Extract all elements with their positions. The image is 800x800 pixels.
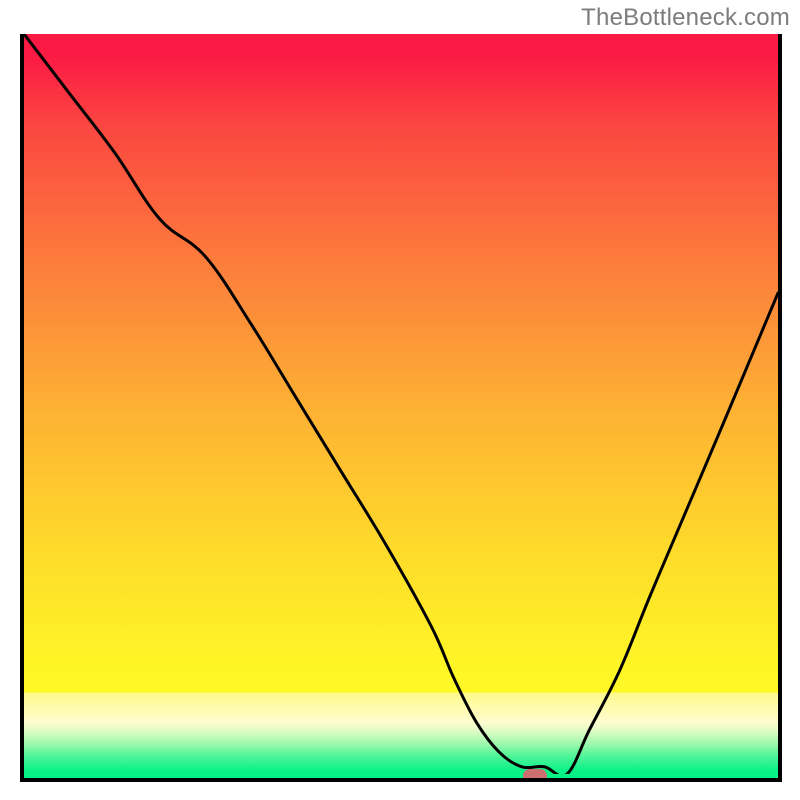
optimal-marker	[523, 769, 547, 782]
chart-plot-area	[20, 34, 782, 782]
watermark-text: TheBottleneck.com	[581, 4, 790, 32]
bottleneck-curve	[24, 34, 778, 774]
